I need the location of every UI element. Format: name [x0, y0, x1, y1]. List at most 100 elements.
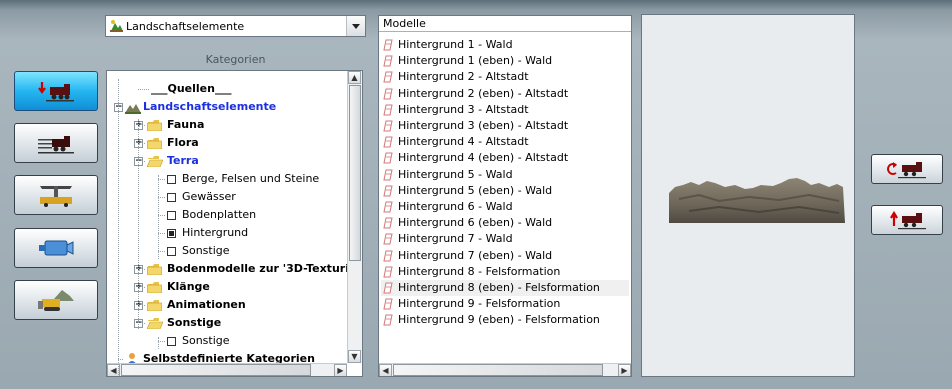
tree-item-label: ___Quellen___	[151, 82, 232, 95]
tree-item[interactable]: + Fauna	[107, 117, 347, 133]
scroll-up-icon[interactable]: ▲	[348, 71, 361, 84]
model-list-item-label: Hintergrund 3 (eben) - Altstadt	[398, 119, 569, 132]
tree-connector-line	[158, 179, 165, 180]
camera-icon	[39, 240, 74, 256]
folder-open-icon	[147, 318, 163, 329]
scroll-right-icon[interactable]: ▶	[618, 364, 631, 376]
folder-icon	[147, 282, 162, 293]
folder-open-icon	[147, 156, 163, 167]
model-list-item[interactable]: Hintergrund 8 - Felsformation	[381, 264, 629, 280]
landscape-icon	[110, 20, 123, 32]
insert-rollingstock-button[interactable]	[14, 71, 98, 111]
tree-item[interactable]: Bodenplatten	[107, 207, 347, 223]
rock-formation-preview-image	[669, 178, 845, 223]
model-icon	[383, 39, 393, 51]
models-hscroll-thumb[interactable]	[393, 364, 603, 376]
scroll-left-icon[interactable]: ◀	[379, 364, 392, 376]
tree-item[interactable]: Gewässer	[107, 189, 347, 205]
model-list-item[interactable]: Hintergrund 3 (eben) - Altstadt	[381, 118, 629, 134]
checkbox[interactable]	[167, 229, 176, 238]
model-icon	[383, 136, 393, 148]
tree-connector-line	[158, 341, 165, 342]
model-icon	[383, 266, 393, 278]
scroll-down-icon[interactable]: ▼	[348, 350, 361, 363]
tree-scroll-thumb[interactable]	[349, 85, 361, 261]
model-list-item[interactable]: Hintergrund 2 (eben) - Altstadt	[381, 86, 629, 102]
tree-item-label: Animationen	[167, 298, 246, 311]
scroll-right-icon[interactable]: ▶	[334, 364, 347, 376]
models-horizontal-scrollbar[interactable]: ◀ ▶	[379, 363, 631, 376]
model-list-item[interactable]: Hintergrund 4 - Altstadt	[381, 134, 629, 150]
model-list-item[interactable]: Hintergrund 5 - Wald	[381, 167, 629, 183]
model-list-item[interactable]: Hintergrund 5 (eben) - Wald	[381, 183, 629, 199]
tree-item[interactable]: − Sonstige	[107, 315, 347, 331]
tree-hscroll-thumb[interactable]	[121, 364, 311, 376]
model-list-item[interactable]: Hintergrund 3 - Altstadt	[381, 102, 629, 118]
model-list-item[interactable]: Hintergrund 9 (eben) - Felsformation	[381, 312, 629, 328]
models-list[interactable]: Modelle Hintergrund 1 - Wald Hintergrund …	[378, 15, 632, 377]
model-list-item-label: Hintergrund 8 - Felsformation	[398, 264, 561, 278]
tree-item-label: Bodenmodelle zur '3D-Texturi	[167, 262, 349, 275]
tree-vertical-scrollbar[interactable]: ▲ ▼	[347, 71, 362, 363]
checkbox[interactable]	[167, 193, 176, 202]
tree-connector-line	[158, 251, 165, 252]
model-list-item[interactable]: Hintergrund 6 - Wald	[381, 199, 629, 215]
category-tree[interactable]: +Neue ModelleSelbstdefinierte Kategorien…	[106, 70, 363, 377]
tree-item[interactable]: + Klänge	[107, 279, 347, 295]
model-list-item[interactable]: Hintergrund 6 (eben) - Wald	[381, 215, 629, 231]
checkbox[interactable]	[167, 337, 176, 346]
tree-item[interactable]: ___Quellen___	[107, 81, 347, 97]
model-list-item-label: Hintergrund 4 - Altstadt	[398, 135, 529, 149]
lift-model-button[interactable]	[871, 205, 943, 235]
model-list-item[interactable]: Hintergrund 9 - Felsformation	[381, 296, 629, 312]
model-icon	[383, 233, 393, 245]
model-list-item[interactable]: Hintergrund 4 (eben) - Altstadt	[381, 150, 629, 166]
tree-connector-line	[138, 89, 149, 90]
chevron-down-icon[interactable]	[346, 16, 365, 36]
folder-icon	[147, 120, 162, 131]
tree-item[interactable]: + Bodenmodelle zur '3D-Texturi	[107, 261, 349, 277]
model-list-item-label: Hintergrund 3 - Altstadt	[398, 102, 529, 116]
tree-horizontal-scrollbar[interactable]: ◀ ▶	[107, 363, 347, 376]
insert-camera-button[interactable]	[14, 228, 98, 268]
model-icon	[383, 185, 393, 197]
tree-item[interactable]: − Landschaftselemente	[107, 99, 347, 115]
tree-item-label: Klänge	[167, 280, 210, 293]
model-list-item-label: Hintergrund 9 - Felsformation	[398, 297, 561, 311]
model-list-item-label: Hintergrund 4 (eben) - Altstadt	[398, 151, 569, 165]
models-header: Modelle	[379, 16, 631, 32]
checkbox[interactable]	[167, 211, 176, 220]
tree-item[interactable]: Sonstige	[107, 333, 347, 349]
insert-crane-button[interactable]	[14, 175, 98, 215]
model-icon	[383, 120, 393, 132]
model-list-item[interactable]: Hintergrund 2 - Altstadt	[381, 69, 629, 85]
model-list-item[interactable]: Hintergrund 7 (eben) - Wald	[381, 248, 629, 264]
locomotive-track-icon	[38, 136, 74, 154]
tree-item-label: Bodenplatten	[182, 208, 257, 221]
model-preview	[641, 14, 855, 377]
rotate-model-button[interactable]	[871, 154, 943, 184]
model-list-item[interactable]: Hintergrund 8 (eben) - Felsformation	[381, 280, 629, 296]
model-icon	[383, 250, 393, 262]
dropdown-selected-value: Landschaftselemente	[126, 19, 245, 33]
insert-landscape-button[interactable]	[14, 280, 98, 320]
model-icon	[383, 298, 393, 310]
tree-item[interactable]: + Animationen	[107, 297, 347, 313]
model-list-item[interactable]: Hintergrund 7 - Wald	[381, 231, 629, 247]
folder-icon	[147, 138, 162, 149]
checkbox[interactable]	[167, 175, 176, 184]
model-list-item[interactable]: Hintergrund 1 - Wald	[381, 37, 629, 53]
tree-item[interactable]: Hintergrund	[107, 225, 347, 241]
tree-item[interactable]: Sonstige	[107, 243, 347, 259]
model-icon	[383, 152, 393, 164]
model-list-item[interactable]: Hintergrund 1 (eben) - Wald	[381, 53, 629, 69]
insert-track-button[interactable]	[14, 123, 98, 163]
checkbox[interactable]	[167, 247, 176, 256]
tree-item[interactable]: Berge, Felsen und Steine	[107, 171, 347, 187]
tree-item[interactable]: + Flora	[107, 135, 347, 151]
category-dropdown[interactable]: Landschaftselemente	[105, 15, 366, 37]
model-icon	[383, 282, 393, 294]
model-list-item-label: Hintergrund 5 - Wald	[398, 167, 513, 181]
tree-guide-line	[118, 79, 119, 376]
tree-item[interactable]: − Terra	[107, 153, 347, 169]
